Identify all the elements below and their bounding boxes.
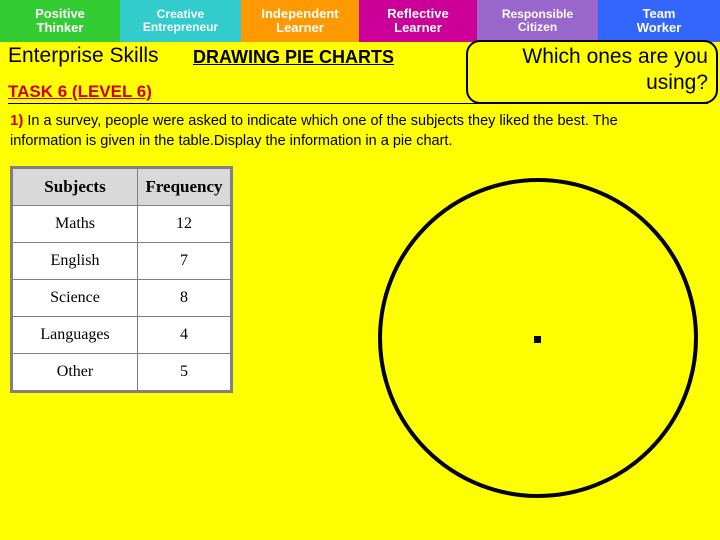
table-header-frequency: Frequency — [137, 168, 231, 206]
skill-cell-positive-thinker: Positive Thinker — [0, 0, 120, 42]
question-block: 1) In a survey, people were asked to ind… — [10, 110, 690, 152]
skills-bar: Positive Thinker Creative Entrepreneur I… — [0, 0, 720, 42]
cell-subject: Other — [12, 353, 138, 391]
callout-line-2: using? — [646, 71, 708, 95]
skill-cell-team-worker: Team Worker — [598, 0, 720, 42]
skill-cell-creative-entrepreneur: Creative Entrepreneur — [120, 0, 241, 42]
enterprise-skills-label: Enterprise Skills — [8, 44, 159, 67]
table-header-subjects: Subjects — [12, 168, 138, 206]
callout-line-1: Which ones are you — [522, 45, 708, 68]
table-row: English 7 — [12, 242, 231, 280]
cell-subject: Maths — [12, 205, 138, 243]
skill-cell-reflective-learner: Reflective Learner — [359, 0, 477, 42]
question-number: 1) — [10, 112, 24, 129]
cell-frequency: 5 — [137, 353, 231, 391]
skill-label-line1: Team — [642, 6, 676, 22]
skill-label-line1: Positive — [35, 6, 85, 22]
table-row: Other 5 — [12, 353, 231, 391]
callout-bubble: Which ones are you using? — [466, 40, 718, 104]
cell-subject: Languages — [12, 316, 138, 354]
page-title: DRAWING PIE CHARTS — [193, 47, 395, 67]
table-row: Science 8 — [12, 279, 231, 317]
skill-label-line1: Independent — [261, 6, 339, 22]
skill-label-line2: Thinker — [36, 20, 84, 35]
table-row: Languages 4 — [12, 316, 231, 354]
cell-frequency: 8 — [137, 279, 231, 317]
horizontal-divider — [8, 103, 708, 104]
skill-label-line2: Entrepreneur — [142, 20, 219, 34]
cell-subject: Science — [12, 279, 138, 317]
table-row: Maths 12 — [12, 205, 231, 243]
skill-label-line2: Learner — [394, 20, 442, 35]
table-header-row: Subjects Frequency — [12, 168, 231, 206]
skill-label-line1: Reflective — [387, 6, 449, 22]
skill-label-line2: Worker — [636, 20, 682, 35]
skill-cell-responsible-citizen: Responsible Citizen — [477, 0, 598, 42]
task-heading: TASK 6 (LEVEL 6) — [8, 82, 152, 101]
skill-cell-independent-learner: Independent Learner — [241, 0, 359, 42]
cell-frequency: 12 — [137, 205, 231, 243]
skill-label-line2: Citizen — [517, 20, 558, 34]
cell-subject: English — [12, 242, 138, 280]
frequency-table: Subjects Frequency Maths 12 English 7 Sc… — [10, 166, 233, 393]
skill-label-line2: Learner — [276, 20, 324, 35]
cell-frequency: 4 — [137, 316, 231, 354]
question-text: In a survey, people were asked to indica… — [10, 113, 618, 150]
pie-center-point — [534, 336, 541, 343]
cell-frequency: 7 — [137, 242, 231, 280]
